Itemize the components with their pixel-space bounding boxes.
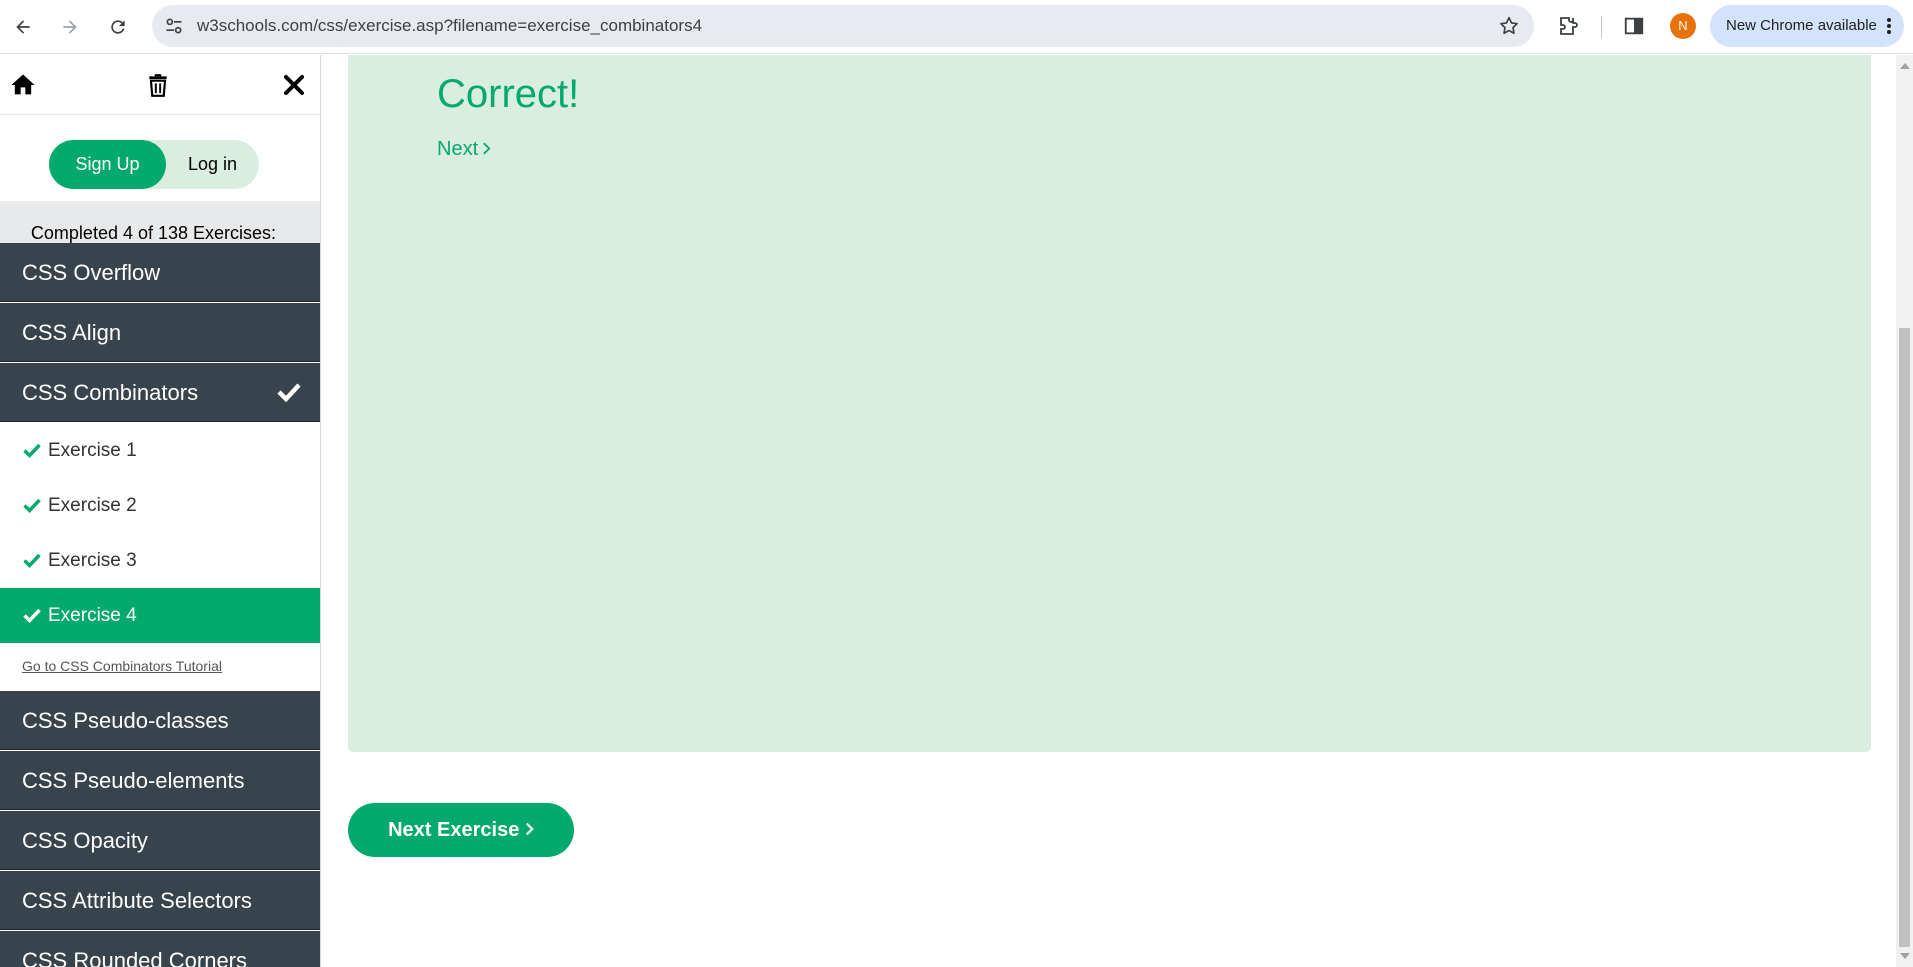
address-bar[interactable]: w3schools.com/css/exercise.asp?filename=… [152, 5, 1534, 47]
bookmark-star-icon[interactable] [1498, 15, 1520, 37]
url-text[interactable]: w3schools.com/css/exercise.asp?filename=… [197, 5, 702, 47]
next-exercise-label: Next Exercise [388, 819, 520, 841]
topic-label: CSS Combinators [22, 380, 199, 405]
extensions-icon [1560, 17, 1578, 35]
sign-up-button[interactable]: Sign Up [49, 140, 166, 189]
close-sidebar-button[interactable] [278, 69, 310, 101]
checkmark-icon [23, 498, 41, 513]
toolbar-separator [1601, 16, 1602, 38]
profile-avatar[interactable]: N [1670, 13, 1696, 39]
scroll-down-arrow-icon[interactable] [1900, 953, 1910, 959]
close-icon [284, 75, 304, 95]
exercise-label: Exercise 2 [48, 495, 137, 516]
exercise-sidebar: Sign Up Log in Completed 4 of 138 Exerci… [0, 55, 321, 967]
result-title: Correct! [437, 72, 580, 116]
topic-label: CSS Pseudo-classes [22, 708, 229, 733]
side-panel-icon [1624, 17, 1644, 35]
tutorial-link-row: Go to CSS Combinators Tutorial [0, 643, 320, 691]
reload-button[interactable] [100, 9, 136, 45]
chrome-update-button[interactable]: New Chrome available [1710, 5, 1904, 47]
topic-css-pseudo-classes[interactable]: CSS Pseudo-classes [0, 691, 320, 750]
topic-css-rounded-corners[interactable]: CSS Rounded Corners [0, 931, 320, 967]
topic-label: CSS Rounded Corners [22, 948, 248, 967]
topic-label: CSS Overflow [22, 260, 161, 285]
exercise-label: Exercise 1 [48, 440, 137, 461]
topic-css-overflow[interactable]: CSS Overflow [0, 243, 320, 302]
exercise-item-1[interactable]: Exercise 1 [0, 423, 320, 478]
checkmark-icon [23, 553, 41, 568]
topic-css-attribute-selectors[interactable]: CSS Attribute Selectors [0, 871, 320, 930]
topic-label: CSS Align [22, 320, 122, 345]
extensions-button[interactable] [1555, 13, 1581, 39]
more-vert-icon[interactable] [1886, 17, 1892, 35]
topic-css-pseudo-elements[interactable]: CSS Pseudo-elements [0, 751, 320, 810]
forward-button[interactable] [52, 9, 88, 45]
exercise-item-4[interactable]: Exercise 4 [0, 588, 320, 643]
exercise-item-2[interactable]: Exercise 2 [0, 478, 320, 533]
checkmark-icon [23, 443, 41, 458]
topic-css-align[interactable]: CSS Align [0, 303, 320, 362]
reset-button[interactable] [142, 69, 174, 101]
chrome-update-label: New Chrome available [1726, 17, 1877, 34]
side-panel-button[interactable] [1621, 13, 1647, 39]
log-in-button[interactable]: Log in [166, 140, 259, 189]
back-button[interactable] [5, 9, 41, 45]
site-settings-icon[interactable] [164, 16, 184, 36]
topic-css-combinators[interactable]: CSS Combinators [0, 363, 320, 422]
trash-icon [149, 74, 167, 97]
topic-css-opacity[interactable]: CSS Opacity [0, 811, 320, 870]
next-link[interactable]: Next [437, 138, 491, 161]
progress-text: Completed 4 of 138 Exercises: [30, 223, 277, 243]
back-arrow-icon [16, 20, 30, 34]
scrollbar-thumb[interactable] [1899, 328, 1910, 947]
chevron-right-icon [525, 819, 534, 841]
exercise-main: Correct! Next Next Exercise [322, 55, 1896, 967]
tutorial-link[interactable]: Go to CSS Combinators Tutorial [22, 658, 222, 674]
reload-icon [111, 20, 125, 34]
browser-toolbar: w3schools.com/css/exercise.asp?filename=… [0, 0, 1913, 54]
checkmark-icon [277, 383, 301, 402]
checkmark-icon [23, 608, 41, 623]
exercise-label: Exercise 3 [48, 550, 137, 571]
chevron-right-icon [482, 138, 491, 161]
exercise-item-3[interactable]: Exercise 3 [0, 533, 320, 588]
scroll-up-arrow-icon[interactable] [1900, 63, 1910, 69]
home-button[interactable] [7, 69, 39, 101]
home-icon [11, 74, 35, 95]
auth-toggle: Sign Up Log in [49, 140, 259, 189]
topic-label: CSS Opacity [22, 828, 148, 853]
forward-arrow-icon [63, 20, 77, 34]
topic-label: CSS Pseudo-elements [22, 768, 245, 793]
exercise-label: Exercise 4 [48, 605, 137, 626]
page-scrollbar[interactable] [1896, 55, 1913, 967]
next-exercise-button[interactable]: Next Exercise [348, 803, 574, 857]
result-panel: Correct! Next [348, 55, 1871, 752]
sidebar-toolbar [0, 55, 320, 115]
next-link-label: Next [437, 138, 479, 160]
topic-label: CSS Attribute Selectors [22, 888, 252, 913]
